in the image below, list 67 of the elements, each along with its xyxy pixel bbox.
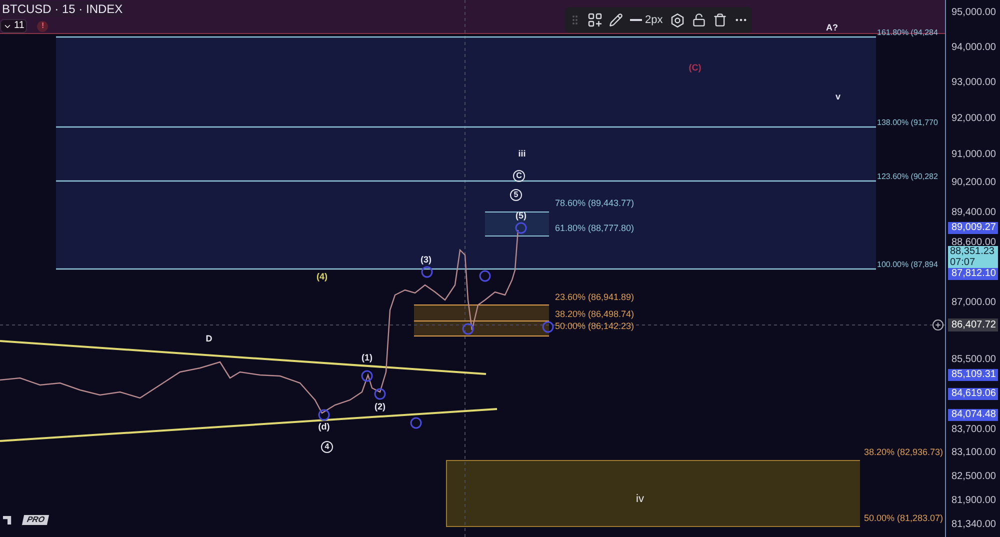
add-alert-icon[interactable] [932,319,944,331]
point-marker [361,370,373,382]
point-marker [318,409,330,421]
point-marker [479,270,491,282]
wave-label: (2) [374,402,386,412]
wave-label: (4) [316,272,328,282]
point-marker [410,417,422,429]
price-tick: 83,700.00 [952,425,996,435]
price-tick: 82,500.00 [952,472,996,482]
price-tick: 94,000.00 [952,43,996,53]
price-tick: 92,000.00 [952,114,996,124]
fib-level-label: 38.20% (82,936.73) [864,448,944,457]
point-marker [374,388,386,400]
wave-label: iii [518,150,526,158]
line-icon [630,19,642,21]
point-marker [462,323,474,335]
price-tick: 89,400.00 [952,208,996,218]
wave-label: 5 [510,189,522,201]
price-marker: 89,009.27 [948,222,998,234]
price-marker: 87,812.10 [948,268,998,280]
price-tick: 95,000.00 [952,8,996,18]
indicators-toggle[interactable]: 11 [0,19,28,33]
fib-level-label: 123.60% (90,282 [877,173,938,181]
settings-icon[interactable] [670,12,685,28]
unlock-icon[interactable] [692,13,706,27]
price-tick: 85,500.00 [952,355,996,365]
price-tick: 93,000.00 [952,78,996,88]
wave-label: (C) [688,64,702,72]
line-width-button[interactable]: 2px [630,14,663,26]
pencil-icon[interactable] [609,13,623,27]
wave-label: D [206,334,212,344]
wave-label: A? [826,24,838,32]
price-tick: 83,100.00 [952,448,996,458]
fib-level-label: 61.80% (88,777.80) [555,224,634,233]
fib-level-label: 50.00% (86,142.23) [555,322,634,331]
wave-label: (5) [516,212,526,220]
fib-level-label: 50.00% (81,283.07) [864,514,944,523]
point-marker [542,321,554,333]
wave-label: iv [636,494,644,505]
fib-level-label: 78.60% (89,443.77) [555,199,634,208]
price-marker: 85,109.31 [948,369,998,381]
add-shapes-icon[interactable] [588,13,602,27]
fib-level-label: 161.80% (94,284 [877,29,938,37]
wave-label: (1) [362,354,372,362]
last-price-label: 88,351.23 07:07 [948,246,998,268]
price-tick: 88,600.00 [952,238,996,248]
price-tick: 91,000.00 [952,150,996,160]
point-marker [515,222,527,234]
price-tick: 81,900.00 [952,496,996,506]
price-marker: 84,074.48 [948,409,998,421]
price-tick: 81,340.00 [952,520,996,530]
wave-label: v [836,92,840,102]
price-tick: 90,200.00 [952,178,996,188]
wave-label: (d) [318,422,330,432]
wave-label: C [513,170,525,182]
point-marker [421,266,433,278]
wave-label: 4 [321,441,333,453]
wave-label: (3) [420,256,432,264]
crosshair-price-label: 86,407.72 [948,318,998,332]
price-tick: 87,000.00 [952,298,996,308]
fib-level-label: 38.20% (86,498.74) [555,310,634,319]
fib-level-label: 23.60% (86,941.89) [555,293,634,302]
fib-level-label: 100.00% (87,894 [877,261,938,269]
fib-level-label: 138.00% (91,770 [877,119,938,127]
price-marker: 84,619.06 [948,388,998,400]
pro-badge: PRO [22,515,50,525]
delete-icon[interactable] [712,13,727,27]
